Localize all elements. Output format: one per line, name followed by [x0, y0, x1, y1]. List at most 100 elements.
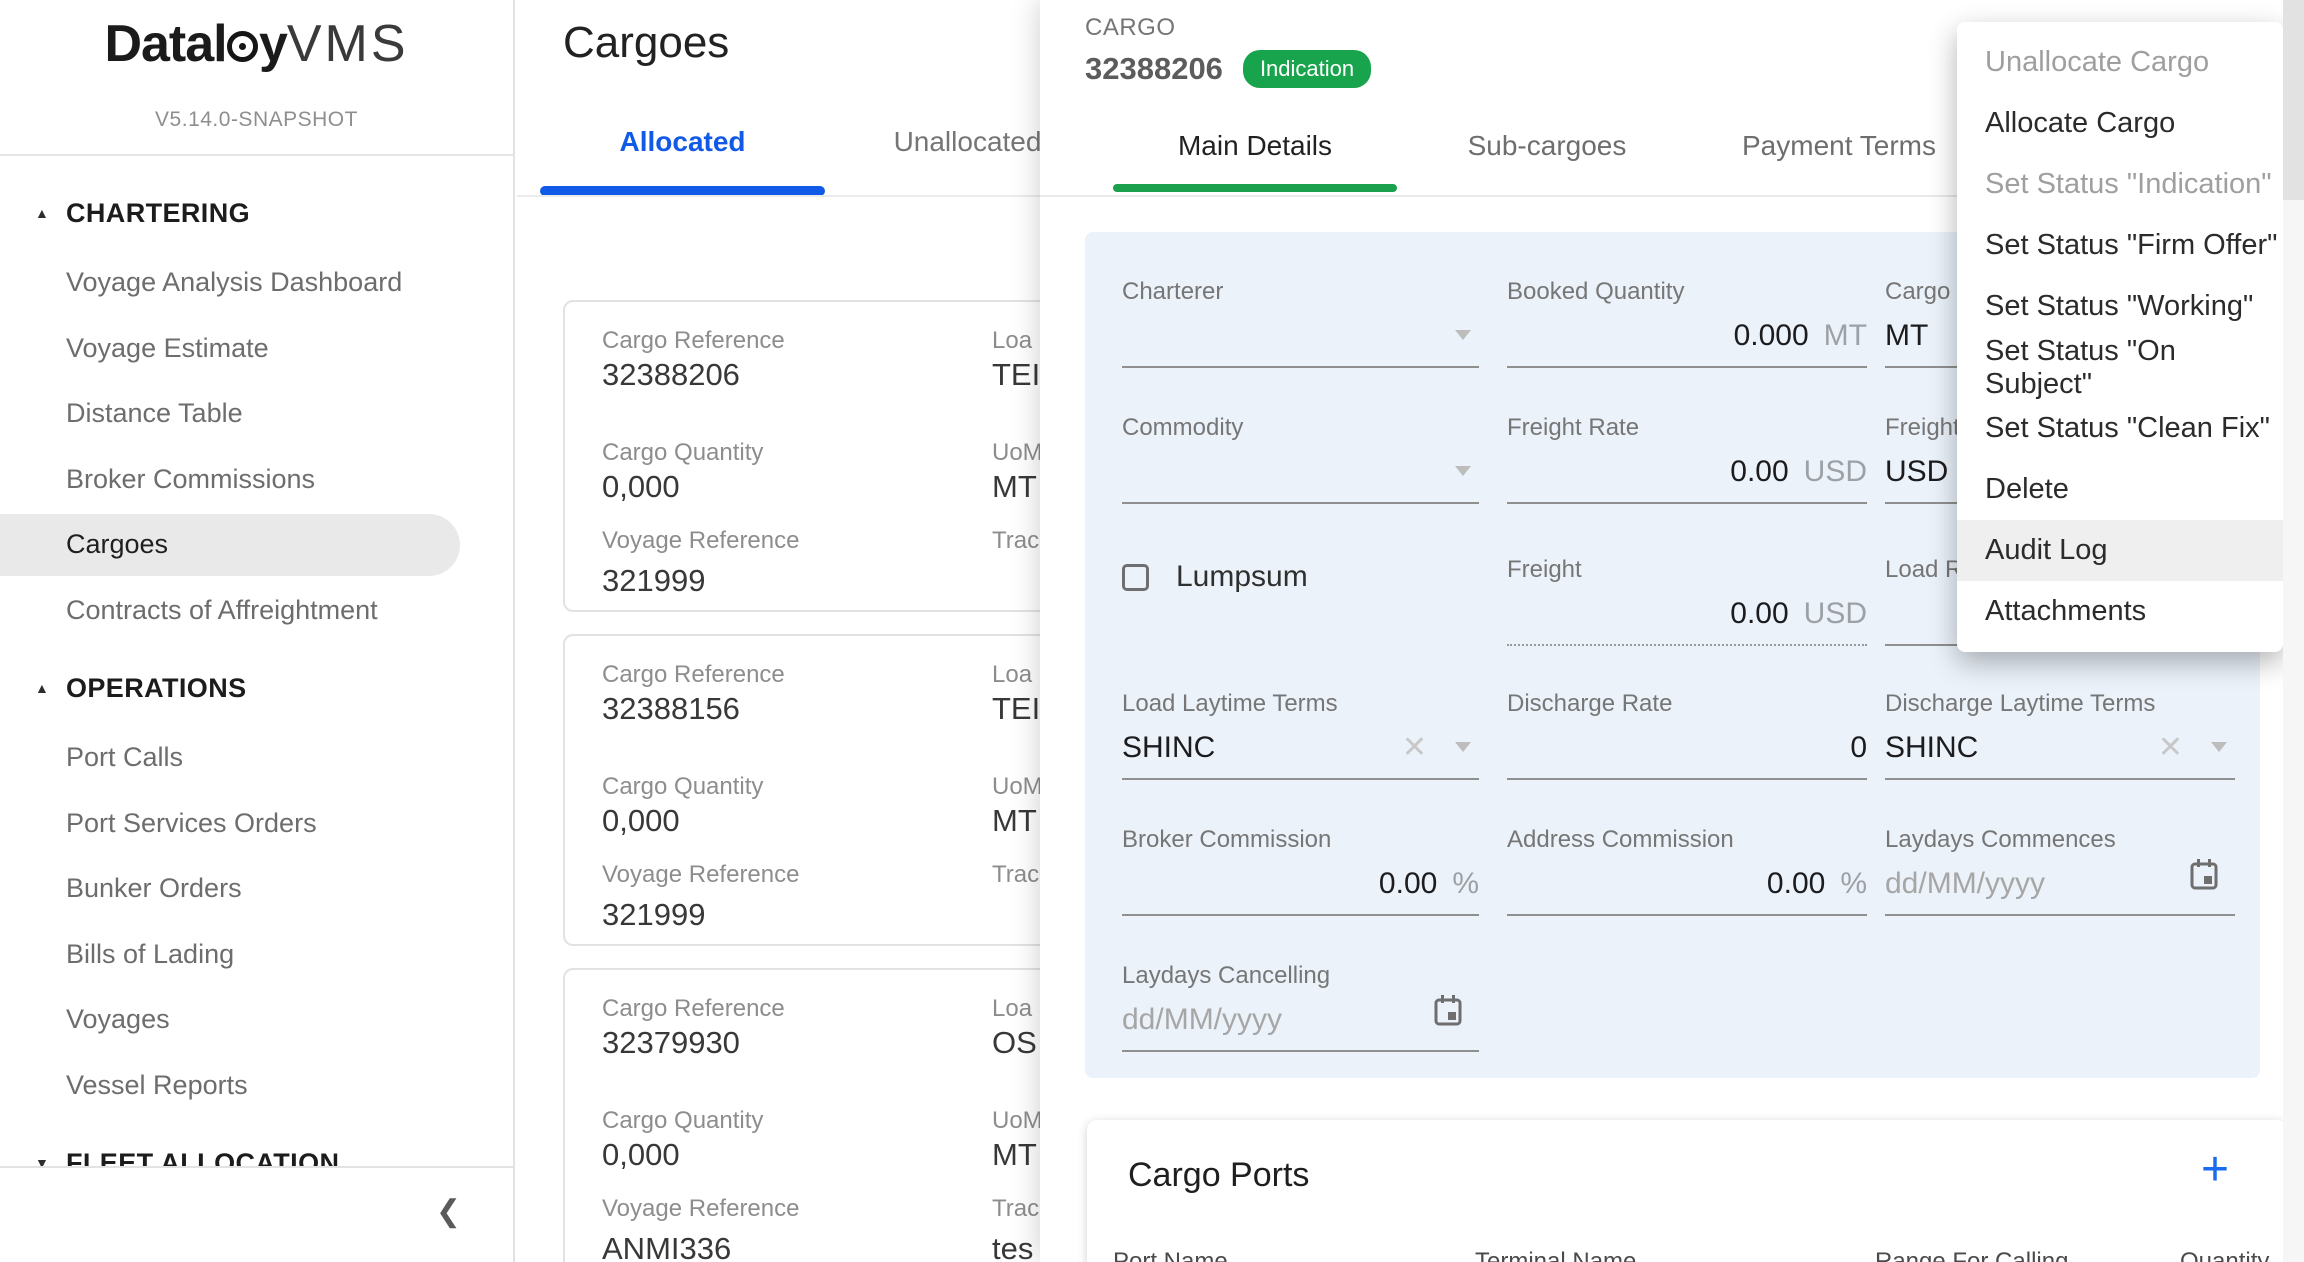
calendar-icon[interactable]	[2188, 858, 2220, 892]
menu-item-unallocate-cargo: Unallocate Cargo	[1957, 32, 2283, 93]
menu-item-audit-log[interactable]: Audit Log	[1957, 520, 2283, 581]
sidebar-item-vessel-reports[interactable]: Vessel Reports	[0, 1053, 513, 1119]
scrollbar-track[interactable]	[2283, 0, 2304, 1262]
card-field-label: Cargo Reference	[602, 327, 785, 355]
laydays-cancelling-field[interactable]: Laydays Cancelling dd/MM/yyyy	[1122, 962, 1479, 990]
chevron-down-icon[interactable]	[2211, 742, 2227, 752]
sidebar-item-distance-table[interactable]: Distance Table	[0, 381, 513, 447]
sidebar-item-label: Port Calls	[66, 742, 183, 773]
broker-commission-label: Broker Commission	[1122, 826, 1479, 854]
address-commission-value: 0.00	[1767, 867, 1825, 901]
laydays-commences-input[interactable]: dd/MM/yyyy	[1885, 862, 2235, 906]
sidebar-footer: ❮	[0, 1166, 513, 1262]
cargo-ports-title: Cargo Ports	[1128, 1156, 1309, 1195]
sidebar-section-chartering[interactable]: ▲CHARTERING	[0, 180, 513, 246]
app-logo: DataloyVMS	[0, 14, 513, 74]
discharge-rate-field[interactable]: Discharge Rate 0	[1507, 690, 1867, 718]
sidebar-item-broker-commissions[interactable]: Broker Commissions	[0, 447, 513, 513]
card-field-label: Loa	[992, 995, 1032, 1023]
chevron-down-icon[interactable]	[1455, 742, 1471, 752]
menu-item-attachments[interactable]: Attachments	[1957, 581, 2283, 642]
sidebar-item-port-services-orders[interactable]: Port Services Orders	[0, 791, 513, 857]
menu-item-label: Set Status "On Subject"	[1985, 335, 2283, 401]
cargo-ports-column-quantity: Quantity	[2180, 1248, 2269, 1262]
card-field-value: MT	[992, 803, 1037, 839]
chevron-down-icon[interactable]	[1455, 466, 1471, 476]
menu-item-allocate-cargo[interactable]: Allocate Cargo	[1957, 93, 2283, 154]
commodity-field[interactable]: Commodity	[1122, 414, 1479, 442]
menu-item-set-status-firm-offer[interactable]: Set Status "Firm Offer"	[1957, 215, 2283, 276]
sidebar-item-voyages[interactable]: Voyages	[0, 987, 513, 1053]
commodity-label: Commodity	[1122, 414, 1479, 442]
card-field-value: 0,000	[602, 469, 680, 505]
sidebar-item-label: Bills of Lading	[66, 939, 234, 970]
sidebar-item-contracts-of-affreightment[interactable]: Contracts of Affreightment	[0, 578, 513, 644]
chevron-down-icon[interactable]	[1455, 330, 1471, 340]
card-field-value: 32388156	[602, 691, 740, 727]
booked-quantity-field[interactable]: Booked Quantity 0.000MT	[1507, 278, 1867, 306]
card-field-label: UoM	[992, 1107, 1043, 1135]
menu-item-set-status-on-subject[interactable]: Set Status "On Subject"	[1957, 337, 2283, 398]
card-field-label: Voyage Reference	[602, 1195, 799, 1223]
sidebar-item-voyage-estimate[interactable]: Voyage Estimate	[0, 316, 513, 382]
freight-currency-suffix: USD	[1804, 597, 1867, 631]
menu-item-delete[interactable]: Delete	[1957, 459, 2283, 520]
sidebar-item-bunker-orders[interactable]: Bunker Orders	[0, 856, 513, 922]
calendar-icon[interactable]	[1432, 994, 1464, 1028]
card-field-label: UoM	[992, 773, 1043, 801]
lumpsum-checkbox[interactable]	[1122, 564, 1149, 591]
card-field-label: Cargo Quantity	[602, 1107, 763, 1135]
tab-allocated[interactable]: Allocated	[540, 126, 825, 158]
cargo-ports-column-terminal-name: Terminal Name	[1475, 1248, 1636, 1262]
sidebar: DataloyVMS V5.14.0-SNAPSHOT ▲CHARTERINGV…	[0, 0, 515, 1262]
freight-rate-value: 0.00	[1730, 455, 1788, 489]
tab-payment-terms[interactable]: Payment Terms	[1693, 130, 1985, 162]
collapse-triangle-icon: ▲	[35, 205, 66, 221]
card-field-label: Loa	[992, 661, 1032, 689]
charterer-field[interactable]: Charterer	[1122, 278, 1479, 306]
laydays-commences-field[interactable]: Laydays Commences dd/MM/yyyy	[1885, 826, 2235, 854]
clear-icon[interactable]: ✕	[1402, 730, 1427, 765]
cargo-context-menu: Unallocate Cargo Allocate Cargo Set Status…	[1957, 22, 2283, 652]
card-field-value: 32388206	[602, 357, 740, 393]
broker-commission-value: 0.00	[1379, 867, 1437, 901]
tab-sub-cargoes[interactable]: Sub-cargoes	[1401, 130, 1693, 162]
card-field-label: Voyage Reference	[602, 527, 799, 555]
menu-item-label: Allocate Cargo	[1985, 107, 2175, 140]
menu-item-label: Set Status "Firm Offer"	[1985, 229, 2277, 262]
sidebar-section-operations[interactable]: ▲OPERATIONS	[0, 655, 513, 721]
menu-item-set-status-working[interactable]: Set Status "Working"	[1957, 276, 2283, 337]
add-cargo-port-icon[interactable]: +	[2201, 1142, 2229, 1197]
commodity-value	[1122, 450, 1479, 494]
sidebar-item-port-calls[interactable]: Port Calls	[0, 725, 513, 791]
load-laytime-terms-field[interactable]: Load Laytime Terms SHINC ✕	[1122, 690, 1479, 718]
sidebar-item-cargoes[interactable]: Cargoes	[0, 512, 513, 578]
card-field-value: tes	[992, 1231, 1033, 1262]
freight-rate-label: Freight Rate	[1507, 414, 1867, 442]
sidebar-collapse-chevron-icon[interactable]: ❮	[436, 1194, 461, 1229]
menu-item-label: Set Status "Working"	[1985, 290, 2253, 323]
freight-field[interactable]: Freight 0.00USD	[1507, 556, 1867, 584]
freight-rate-field[interactable]: Freight Rate 0.00USD	[1507, 414, 1867, 442]
sidebar-nav: ▲CHARTERINGVoyage Analysis DashboardVoya…	[0, 176, 513, 1200]
sidebar-item-label: Bunker Orders	[66, 873, 242, 904]
card-field-value: 0,000	[602, 803, 680, 839]
card-field-value: MT	[992, 469, 1037, 505]
laydays-cancelling-input[interactable]: dd/MM/yyyy	[1122, 998, 1479, 1042]
discharge-laytime-terms-field[interactable]: Discharge Laytime Terms SHINC ✕	[1885, 690, 2235, 718]
broker-commission-field[interactable]: Broker Commission 0.00%	[1122, 826, 1479, 854]
address-commission-field[interactable]: Address Commission 0.00%	[1507, 826, 1867, 854]
sidebar-divider	[0, 154, 513, 156]
tab-main-details[interactable]: Main Details	[1109, 130, 1401, 162]
app-root: DataloyVMS V5.14.0-SNAPSHOT ▲CHARTERINGV…	[0, 0, 2304, 1262]
card-field-label: Trac	[992, 1195, 1039, 1223]
sidebar-item-label: Voyages	[66, 1004, 170, 1035]
sidebar-item-bills-of-lading[interactable]: Bills of Lading	[0, 922, 513, 988]
menu-item-label: Unallocate Cargo	[1985, 46, 2209, 79]
menu-item-set-status-clean-fix[interactable]: Set Status "Clean Fix"	[1957, 398, 2283, 459]
sidebar-item-voyage-analysis-dashboard[interactable]: Voyage Analysis Dashboard	[0, 250, 513, 316]
sidebar-item-label: Cargoes	[66, 529, 168, 560]
scrollbar-thumb[interactable]	[2283, 0, 2304, 200]
status-badge: Indication	[1243, 50, 1371, 88]
clear-icon[interactable]: ✕	[2158, 730, 2183, 765]
